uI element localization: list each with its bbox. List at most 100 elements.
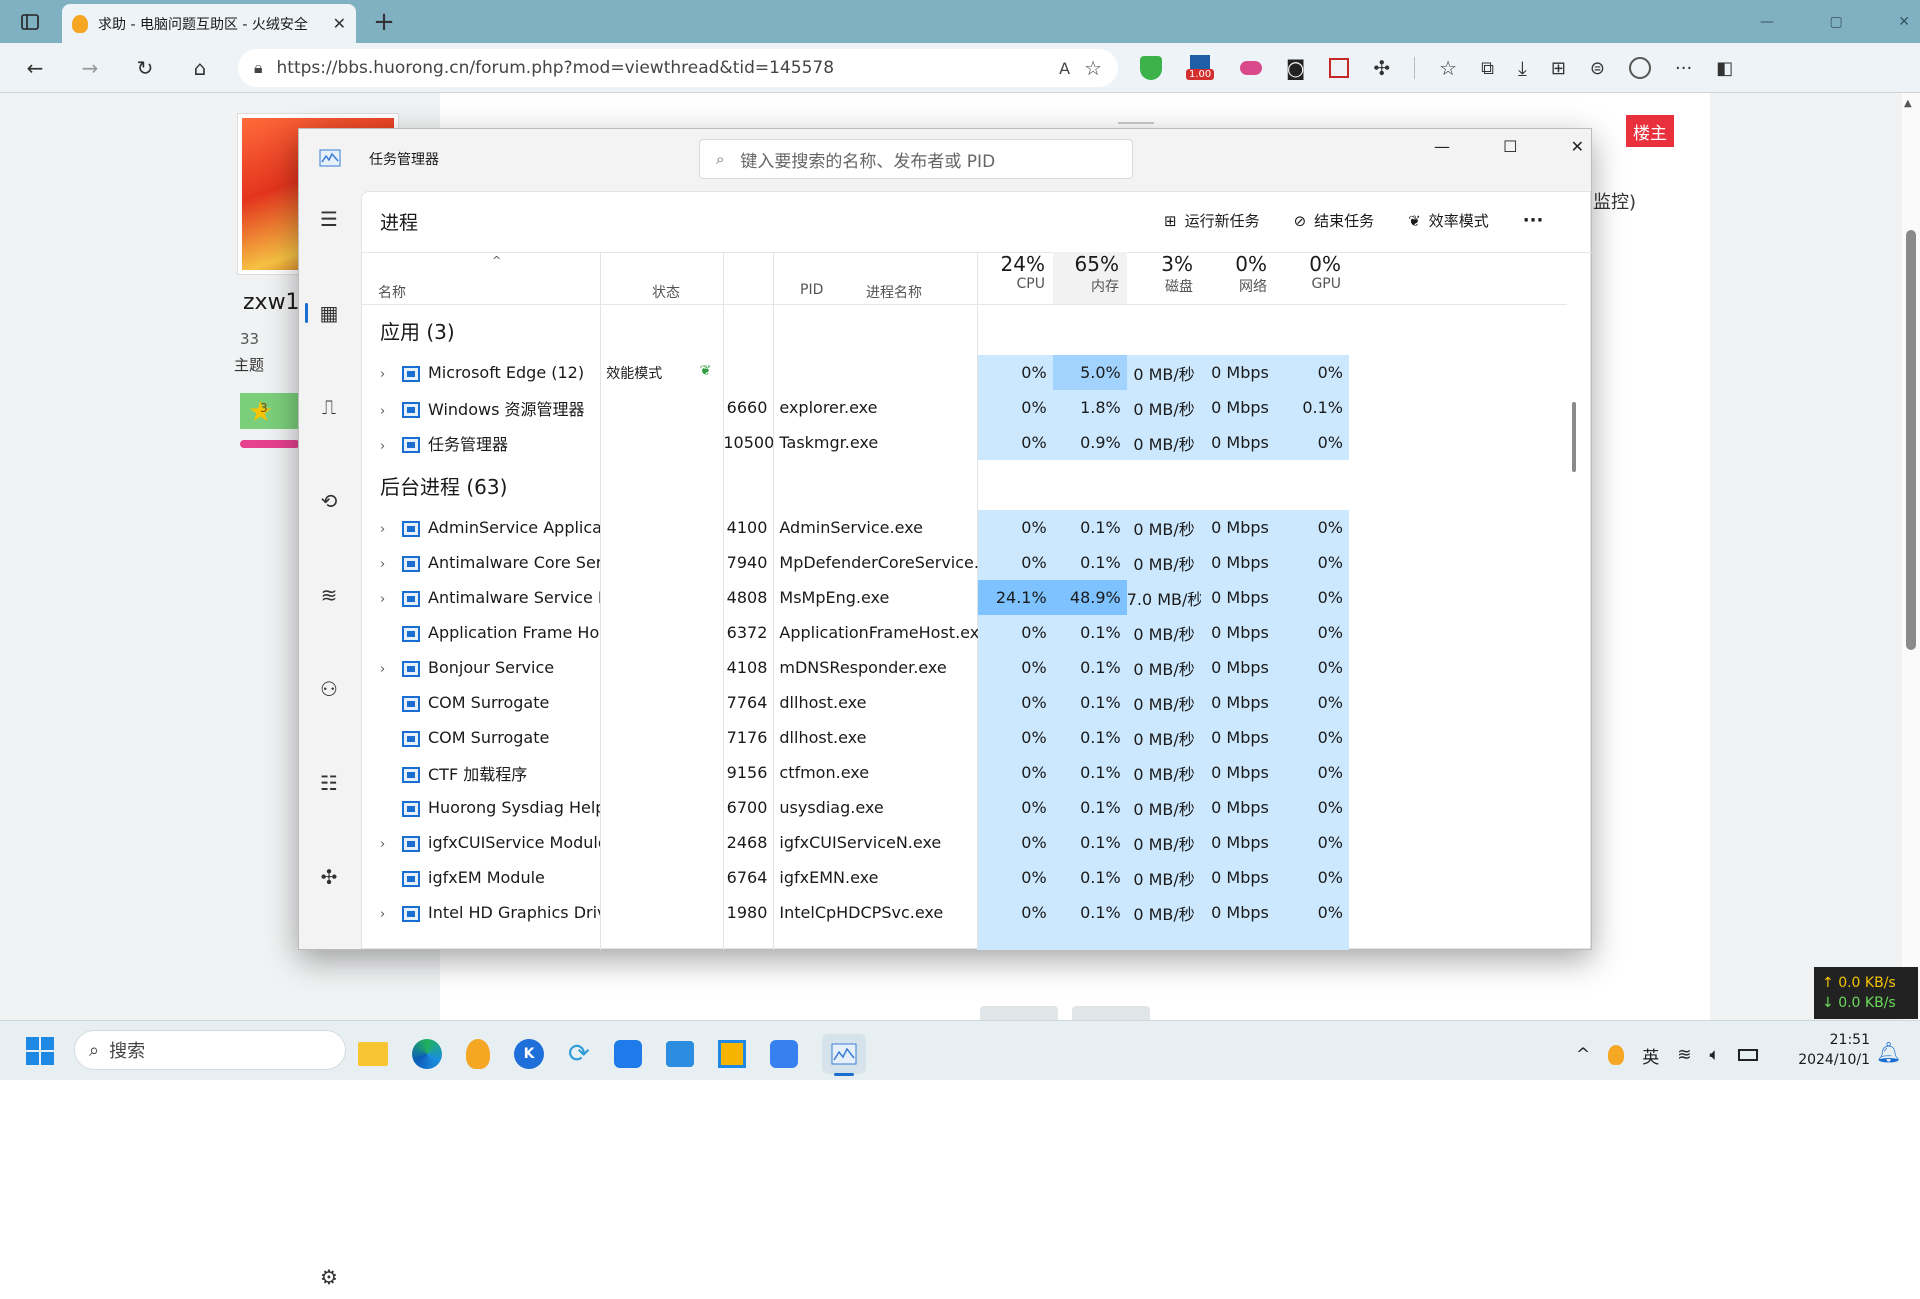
process-row[interactable]: COM Surrogate 7764 dllhost.exe 0% 0.1% 0 MB/秒… bbox=[362, 685, 1349, 720]
volume-icon[interactable]: 🔈︎ bbox=[1710, 1045, 1720, 1065]
stop-extension-icon[interactable] bbox=[1329, 58, 1350, 78]
process-row[interactable]: › Antimalware Service Execu... 4808 MsMpEng… bbox=[362, 580, 1349, 615]
col-pid[interactable]: PID bbox=[800, 282, 823, 298]
col-gpu[interactable]: 0% GPU bbox=[1275, 252, 1349, 304]
refresh-icon[interactable]: ↻ bbox=[130, 54, 160, 82]
expand-chevron-icon[interactable]: › bbox=[380, 439, 402, 454]
col-status[interactable]: 状态 bbox=[652, 282, 680, 302]
cat-extension-icon[interactable]: ◙ bbox=[1286, 56, 1305, 80]
gamepad-extension-icon[interactable] bbox=[1240, 61, 1262, 75]
show-hidden-icons-chevron-icon[interactable]: ^ bbox=[1576, 1045, 1590, 1065]
col-network[interactable]: 0% 网络 bbox=[1201, 252, 1275, 304]
apps-icon[interactable]: ⊞ bbox=[1551, 58, 1566, 79]
process-row[interactable]: CTF 加载程序 9156 ctfmon.exe 0% 0.1% 0 MB/秒 0 Mbps… bbox=[362, 755, 1349, 790]
favorite-star-icon[interactable]: ☆ bbox=[1084, 56, 1102, 80]
feishu-app-icon[interactable] bbox=[613, 1040, 642, 1068]
start-windows-icon[interactable] bbox=[26, 1037, 54, 1065]
col-memory[interactable]: 65% 内存 bbox=[1053, 252, 1127, 304]
extensions-puzzle-icon[interactable]: ✣ bbox=[1373, 56, 1390, 80]
url-bar[interactable]: 🔒︎ https://bbs.huorong.cn/forum.php?mod=… bbox=[238, 49, 1118, 87]
read-aloud-icon[interactable]: A bbox=[1059, 59, 1070, 78]
edge-browser-icon[interactable] bbox=[412, 1039, 442, 1069]
huorong-app-icon[interactable] bbox=[466, 1039, 490, 1069]
process-row[interactable]: Application Frame Host 6372 ApplicationFra… bbox=[362, 615, 1349, 650]
lock-icon[interactable]: 🔒︎ bbox=[254, 58, 263, 78]
expand-chevron-icon[interactable]: › bbox=[380, 557, 402, 572]
tm-maximize-icon[interactable]: ☐ bbox=[1503, 137, 1517, 161]
task-manager-taskbar-icon[interactable] bbox=[821, 1034, 866, 1076]
tab-actions-icon[interactable] bbox=[18, 10, 42, 34]
k-app-icon[interactable]: K bbox=[514, 1039, 544, 1069]
tm-minimize-icon[interactable]: — bbox=[1434, 137, 1450, 161]
favorites-icon[interactable]: ☆ bbox=[1439, 56, 1457, 80]
forward-icon[interactable]: → bbox=[75, 54, 105, 82]
nav-details-icon[interactable]: ☷ bbox=[305, 761, 353, 805]
collections-icon[interactable]: ⧉ bbox=[1481, 58, 1494, 79]
group-header-row[interactable]: 后台进程 (63) bbox=[362, 460, 1349, 510]
downloads-icon[interactable]: ⤓ bbox=[1518, 56, 1527, 80]
taskbar-search[interactable]: ⌕ 搜索 bbox=[74, 1030, 346, 1070]
home-icon[interactable]: ⌂ bbox=[185, 54, 215, 82]
browser-essentials-icon[interactable]: ⊜ bbox=[1590, 58, 1605, 79]
expand-chevron-icon[interactable]: › bbox=[380, 592, 402, 607]
extension-badge-icon[interactable]: 1.00 bbox=[1186, 53, 1216, 83]
process-row[interactable]: › igfxCUIService Module 2468 igfxCUIService… bbox=[362, 825, 1349, 860]
wifi-icon[interactable]: ≋ bbox=[1677, 1045, 1691, 1065]
end-task-button[interactable]: ⊘ 结束任务 bbox=[1294, 210, 1375, 231]
expand-chevron-icon[interactable]: › bbox=[380, 404, 402, 419]
expand-chevron-icon[interactable]: › bbox=[380, 907, 402, 922]
process-row-partial[interactable] bbox=[362, 930, 1349, 950]
process-row[interactable]: › Microsoft Edge (12) 效能模式 ❦ 0% 5.0% 0 MB/秒 0 … bbox=[362, 355, 1349, 390]
expand-chevron-icon[interactable]: › bbox=[380, 662, 402, 677]
maximize-icon[interactable]: ▢ bbox=[1830, 14, 1843, 32]
sync-app-icon[interactable]: ⟳ bbox=[568, 1039, 590, 1069]
expand-chevron-icon[interactable]: › bbox=[380, 367, 402, 382]
nav-processes-icon[interactable]: ▦ bbox=[305, 291, 353, 335]
nav-services-icon[interactable]: ✣ bbox=[305, 855, 353, 899]
expand-chevron-icon[interactable]: › bbox=[380, 522, 402, 537]
col-cpu[interactable]: 24% CPU bbox=[978, 252, 1053, 304]
process-row[interactable]: COM Surrogate 7176 dllhost.exe 0% 0.1% 0 MB/秒… bbox=[362, 720, 1349, 755]
process-search-input[interactable]: ⌕ 键入要搜索的名称、发布者或 PID bbox=[699, 139, 1133, 179]
clock[interactable]: 21:51 2024/10/1 bbox=[1790, 1030, 1870, 1070]
process-row[interactable]: › 任务管理器 10500 Taskmgr.exe 0% 0.9% 0 MB/秒 0 Mbps… bbox=[362, 425, 1349, 460]
huorong-tray-icon[interactable] bbox=[1608, 1045, 1625, 1065]
nav-settings-gear-icon[interactable]: ⚙ bbox=[305, 1255, 353, 1299]
dingtalk-app-icon[interactable] bbox=[769, 1040, 798, 1068]
process-row[interactable]: › Bonjour Service 4108 mDNSResponder.exe 0% 0… bbox=[362, 650, 1349, 685]
col-name[interactable]: 名称 bbox=[378, 282, 406, 302]
tm-close-icon[interactable]: ✕ bbox=[1571, 137, 1584, 161]
remote-app-icon[interactable] bbox=[717, 1040, 746, 1068]
sidebar-toggle-icon[interactable]: ◧ bbox=[1716, 58, 1733, 79]
settings-more-icon[interactable]: ··· bbox=[1675, 58, 1692, 79]
adguard-shield-icon[interactable] bbox=[1140, 56, 1162, 80]
battery-icon[interactable] bbox=[1737, 1049, 1758, 1061]
nav-performance-icon[interactable]: ⎍ bbox=[305, 385, 353, 429]
group-header-row[interactable]: 应用 (3) bbox=[362, 305, 1349, 355]
sort-ascending-icon[interactable]: ^ bbox=[492, 254, 501, 267]
process-row[interactable]: Huorong Sysdiag Helper 6700 usysdiag.exe 0%… bbox=[362, 790, 1349, 825]
profile-avatar-icon[interactable] bbox=[1629, 57, 1651, 79]
ime-indicator[interactable]: 英 bbox=[1642, 1043, 1659, 1068]
post-action-button[interactable] bbox=[980, 1006, 1058, 1020]
notification-bell-icon[interactable]: 🔔︎ bbox=[1876, 1040, 1901, 1064]
close-tab-icon[interactable]: ✕ bbox=[333, 14, 346, 33]
browser-tab[interactable]: 求助 - 电脑问题互助区 - 火绒安全 ✕ bbox=[62, 4, 356, 43]
more-options-button[interactable]: ··· bbox=[1523, 210, 1544, 231]
process-row[interactable]: igfxEM Module 6764 igfxEMN.exe 0% 0.1% 0 MB/秒… bbox=[362, 860, 1349, 895]
process-list-scrollbar-thumb[interactable] bbox=[1572, 402, 1576, 472]
col-disk[interactable]: 3% 磁盘 bbox=[1127, 252, 1201, 304]
photos-app-icon[interactable] bbox=[665, 1041, 694, 1067]
close-window-icon[interactable]: ✕ bbox=[1898, 14, 1910, 32]
minimize-icon[interactable]: — bbox=[1760, 14, 1774, 32]
col-process-name[interactable]: 进程名称 bbox=[866, 282, 922, 302]
page-scrollbar-thumb[interactable] bbox=[1906, 230, 1916, 650]
process-row[interactable]: › Antimalware Core Service 7940 MpDefenderC… bbox=[362, 545, 1349, 580]
nav-startup-apps-icon[interactable]: ≋ bbox=[305, 573, 353, 617]
new-tab-icon[interactable]: + bbox=[370, 7, 398, 37]
topics-count[interactable]: 33 bbox=[240, 330, 259, 348]
hamburger-menu-icon[interactable]: ☰ bbox=[305, 197, 353, 241]
nav-app-history-icon[interactable]: ⟲ bbox=[305, 479, 353, 523]
file-explorer-icon[interactable] bbox=[358, 1042, 388, 1066]
process-row[interactable]: › Windows 资源管理器 6660 explorer.exe 0% 1.8% 0 MB… bbox=[362, 390, 1349, 425]
